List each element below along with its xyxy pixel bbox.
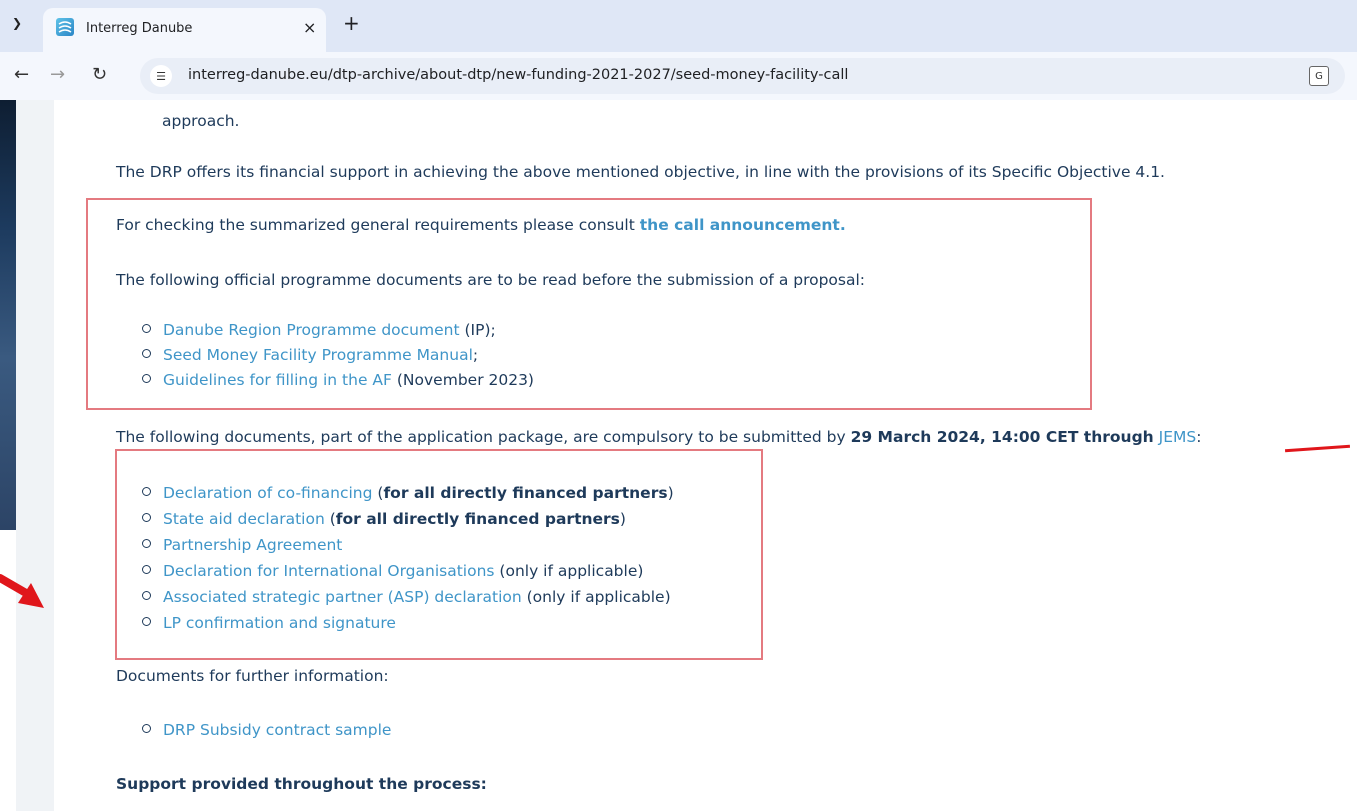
red-arrow-annotation-icon (0, 574, 44, 608)
support-heading: Support provided throughout the process: (116, 775, 487, 793)
annotation-box-programme-docs (86, 198, 1092, 410)
approach-text: approach. (162, 112, 240, 130)
page-left-gutter (16, 100, 54, 811)
background-photo-strip (0, 100, 16, 530)
list-item: DRP Subsidy contract sample (142, 721, 391, 739)
jems-link[interactable]: JEMS (1159, 428, 1197, 446)
tab-close-icon[interactable]: × (303, 18, 316, 37)
tab-search-chevron-icon[interactable]: ❯ (6, 12, 28, 34)
reload-icon[interactable]: ↻ (92, 64, 107, 85)
back-arrow-icon[interactable]: ← (14, 64, 29, 85)
interreg-favicon-icon (56, 18, 74, 36)
deadline-text: 29 March 2024, 14:00 CET through (850, 428, 1154, 446)
translate-icon[interactable]: G (1309, 66, 1329, 86)
annotation-underline-jems (1284, 444, 1351, 453)
browser-tab[interactable]: Interreg Danube × (43, 8, 326, 52)
forward-arrow-icon[interactable]: → (50, 64, 65, 85)
bullet-circle-icon (142, 724, 151, 733)
address-bar[interactable]: ☰ interreg-danube.eu/dtp-archive/about-d… (140, 58, 1345, 94)
new-tab-icon[interactable]: + (343, 13, 360, 33)
url-text[interactable]: interreg-danube.eu/dtp-archive/about-dtp… (188, 67, 848, 83)
site-settings-icon[interactable]: ☰ (150, 65, 172, 87)
tab-title: Interreg Danube (86, 21, 193, 36)
further-info-intro: Documents for further information: (116, 667, 389, 685)
page-viewport: approach. The DRP offers its financial s… (0, 100, 1357, 811)
subsidy-contract-sample-link[interactable]: DRP Subsidy contract sample (163, 721, 391, 739)
tab-strip: ❯ Interreg Danube × + (0, 0, 1357, 52)
package-suffix: : (1196, 428, 1202, 446)
annotation-box-package-docs (115, 449, 763, 660)
package-intro-paragraph: The following documents, part of the app… (116, 428, 1201, 446)
package-intro-text: The following documents, part of the app… (116, 428, 851, 446)
drp-offers-paragraph: The DRP offers its financial support in … (116, 163, 1165, 181)
browser-toolbar: ← → ↻ ☰ interreg-danube.eu/dtp-archive/a… (0, 52, 1357, 100)
